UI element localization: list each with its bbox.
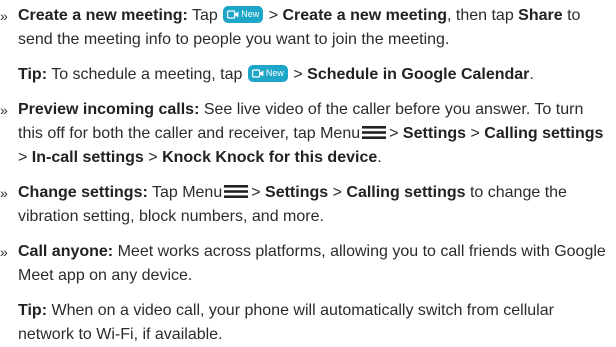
new-button-label: New [265,68,284,78]
item-text: > [470,125,480,142]
bullet-mark: » [0,185,8,201]
hamburger-menu-icon [362,126,387,139]
item-title: Call anyone: [18,243,114,260]
item-text: , then tap [447,7,514,24]
item-text: > [332,184,342,201]
item-text: > [389,125,399,142]
item-bold-text: In-call settings [31,149,144,166]
item-text: . [377,149,382,166]
video-camera-icon [227,10,239,19]
item-bold-text: Schedule in Google Calendar [307,66,530,83]
item-bold-text: Calling settings [346,184,466,201]
list-item-preview-calls: » Preview incoming calls: See live video… [0,98,616,170]
item-text: Tap [191,7,218,24]
item-text: > [293,66,303,83]
item-title: Change settings: [18,184,148,201]
list-item-create-meeting: » Create a new meeting: Tap New > Create… [0,4,616,52]
new-button-label: New [241,9,260,19]
tip-title: Tip: [18,302,48,319]
bullet-mark: » [0,244,8,260]
help-document: » Create a new meeting: Tap New > Create… [0,0,616,343]
video-camera-icon [251,69,264,78]
item-text: When on a video call, your phone will au… [18,302,554,343]
item-text: > [251,184,261,201]
list-item-change-settings: » Change settings: Tap Menu > Settings > … [0,181,616,229]
item-text: > [268,7,279,24]
item-text: . [529,66,534,83]
item-title: Create a new meeting: [18,7,188,24]
tip-title: Tip: [18,66,48,83]
tip-schedule-meeting: Tip: To schedule a meeting, tap New > Sc… [0,63,616,87]
list-item-call-anyone: » Call anyone: Meet works across platfor… [0,240,616,288]
item-title: Preview incoming calls: [18,101,200,118]
item-text: > [148,149,158,166]
item-bold-text: Calling settings [484,125,604,142]
new-button: New [247,65,288,82]
item-bold-text: Settings [402,125,467,142]
new-button: New [223,6,264,23]
item-text: Tap Menu [151,184,223,201]
bullet-mark: » [0,8,8,24]
item-bold-text: Knock Knock for this device [162,149,378,166]
item-text: To schedule a meeting, tap [51,66,243,83]
item-bold-text: Create a new meeting [282,7,448,24]
hamburger-menu-icon [224,185,249,198]
item-text: > [18,149,28,166]
tip-wifi-switch: Tip: When on a video call, your phone wi… [0,299,616,347]
item-bold-text: Share [518,7,563,24]
bullet-mark: » [0,102,8,118]
item-bold-text: Settings [265,184,329,201]
